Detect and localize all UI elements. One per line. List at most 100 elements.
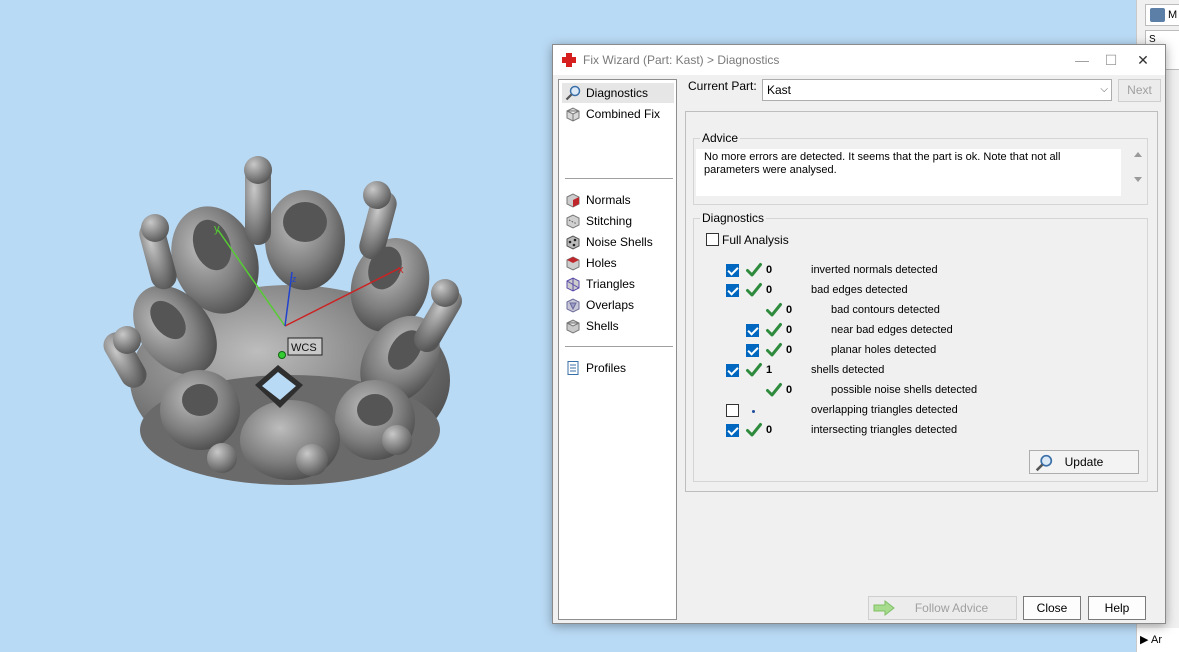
diagnostic-label: planar holes detected	[831, 344, 937, 356]
diagnostic-row: overlapping triangles detected	[694, 403, 1134, 421]
sidebar-item-holes[interactable]: Holes	[562, 253, 674, 273]
diagnostic-count: 0	[786, 384, 793, 396]
diagnostic-label: overlapping triangles detected	[811, 404, 958, 416]
diagnostic-checkbox[interactable]	[726, 364, 739, 377]
arrow-right-icon	[873, 600, 895, 616]
sidebar-item-label: Noise Shells	[586, 235, 653, 249]
sidebar-item-triangles[interactable]: Triangles	[562, 274, 674, 294]
checkmark-icon	[766, 323, 782, 337]
diagnostic-label: bad edges detected	[811, 284, 908, 296]
sidebar-item-noise-shells[interactable]: Noise Shells	[562, 232, 674, 252]
current-part-value: Kast	[767, 83, 792, 97]
diagnostic-checkbox[interactable]	[746, 344, 759, 357]
scroll-up-icon	[1134, 152, 1142, 157]
diagnostic-checkbox[interactable]	[746, 324, 759, 337]
advice-scrollbar[interactable]	[1131, 145, 1145, 189]
sidebar-item-label: Diagnostics	[586, 86, 649, 100]
checkmark-icon	[766, 383, 782, 397]
sidebar-item-label: Shells	[586, 319, 619, 333]
advice-title: Advice	[700, 131, 741, 145]
advice-text: No more errors are detected. It seems th…	[696, 149, 1121, 196]
sidebar-item-label: Holes	[586, 256, 617, 270]
sidebar-item-label: Profiles	[586, 361, 627, 375]
dialog-titlebar[interactable]: Fix Wizard (Part: Kast) > Diagnostics — …	[553, 45, 1165, 75]
diagnostic-checkbox[interactable]	[726, 404, 739, 417]
checkmark-icon	[746, 363, 762, 377]
diagnostic-label: inverted normals detected	[811, 264, 938, 276]
diagnostic-count: 0	[786, 304, 793, 316]
diagnostic-count: 0	[786, 344, 793, 356]
diagnostic-row: 0 near bad edges detected	[694, 323, 1134, 341]
help-button[interactable]: Help	[1088, 596, 1146, 620]
shells-cube-icon	[566, 319, 580, 334]
update-button-label: Update	[1064, 455, 1104, 469]
right-panel-tab[interactable]: M	[1145, 4, 1179, 26]
right-panel-tab-label: M	[1168, 9, 1178, 21]
sidebar-item-label: Combined Fix	[586, 107, 661, 121]
next-button[interactable]: Next	[1118, 79, 1161, 102]
sidebar-item-normals[interactable]: Normals	[562, 190, 674, 210]
diagnostic-label: near bad edges detected	[831, 324, 953, 336]
maximize-button[interactable]: ☐	[1096, 49, 1126, 71]
sidebar-item-overlaps[interactable]: Overlaps	[562, 295, 674, 315]
sidebar-item-profiles[interactable]: Profiles	[562, 358, 674, 378]
fix-wizard-dialog: Fix Wizard (Part: Kast) > Diagnostics — …	[552, 44, 1166, 624]
checkmark-icon	[746, 263, 762, 277]
minimize-button[interactable]: —	[1067, 49, 1097, 71]
diagnostic-count: 0	[786, 324, 793, 336]
checkmark-icon	[766, 303, 782, 317]
sidebar-item-label: Normals	[586, 193, 631, 207]
right-panel-bottom[interactable]: ▶ Ar	[1137, 628, 1179, 652]
sidebar-item-label: Stitching	[586, 214, 633, 228]
wcs-label: WCS	[291, 342, 317, 354]
diagnostic-checkbox[interactable]	[726, 264, 739, 277]
holes-cube-icon	[566, 256, 580, 271]
magnifier-icon	[1035, 454, 1053, 472]
axis-y-label: y	[214, 223, 220, 235]
sidebar-item-label: Triangles	[586, 277, 635, 291]
magnifier-icon	[565, 85, 581, 101]
close-window-button[interactable]: ✕	[1128, 49, 1158, 71]
diagnostic-label: shells detected	[811, 364, 885, 376]
diagnostic-count: 0	[766, 264, 773, 276]
diagnostic-row: 0 possible noise shells detected	[694, 383, 1134, 401]
diagnostic-row: 0 bad edges detected	[694, 283, 1134, 301]
diagnostics-panel: Advice No more errors are detected. It s…	[685, 111, 1158, 492]
overlaps-cube-icon	[566, 298, 580, 313]
full-analysis-label: Full Analysis	[722, 233, 789, 247]
diagnostic-label: bad contours detected	[831, 304, 940, 316]
diagnostic-checkbox[interactable]	[726, 284, 739, 297]
current-part-label: Current Part:	[688, 79, 757, 93]
advice-group: Advice No more errors are detected. It s…	[693, 131, 1148, 205]
axis-z-label: z	[292, 274, 297, 284]
current-part-select[interactable]: Kast ⌵	[762, 79, 1112, 101]
close-button[interactable]: Close	[1023, 596, 1081, 620]
diagnostic-count: 0	[766, 424, 773, 436]
normals-cube-icon	[566, 193, 580, 208]
diagnostic-label: possible noise shells detected	[831, 384, 978, 396]
diagnostic-row: 0 planar holes detected	[694, 343, 1134, 361]
sidebar-item-combined-fix[interactable]: Combined Fix	[562, 104, 674, 124]
sidebar-item-diagnostics[interactable]: Diagnostics	[562, 83, 674, 103]
sidebar-separator	[565, 346, 673, 347]
chevron-down-icon: ⌵	[1100, 84, 1108, 95]
checkmark-icon	[746, 423, 762, 437]
dialog-title: Fix Wizard (Part: Kast) > Diagnostics	[583, 53, 780, 67]
noise-shells-icon	[566, 235, 580, 250]
full-analysis-checkbox[interactable]	[706, 233, 719, 246]
sidebar-separator	[565, 178, 673, 179]
red-cross-icon	[562, 53, 576, 67]
diagnostic-count: 1	[766, 364, 773, 376]
diagnostics-group: Diagnostics Full Analysis 0 inverted norm…	[693, 211, 1148, 482]
scroll-down-icon	[1134, 177, 1142, 182]
diagnostic-label: intersecting triangles detected	[811, 424, 958, 436]
follow-advice-button[interactable]: Follow Advice	[868, 596, 1017, 620]
diagnostic-checkbox[interactable]	[726, 424, 739, 437]
diagnostic-count: 0	[766, 284, 773, 296]
sidebar-item-stitching[interactable]: Stitching	[562, 211, 674, 231]
expand-arrow-icon: ▶	[1140, 634, 1149, 646]
sidebar-item-shells[interactable]: Shells	[562, 316, 674, 336]
update-button[interactable]: Update	[1029, 450, 1139, 474]
checkmark-icon	[746, 283, 762, 297]
triangles-cube-icon	[566, 277, 580, 292]
